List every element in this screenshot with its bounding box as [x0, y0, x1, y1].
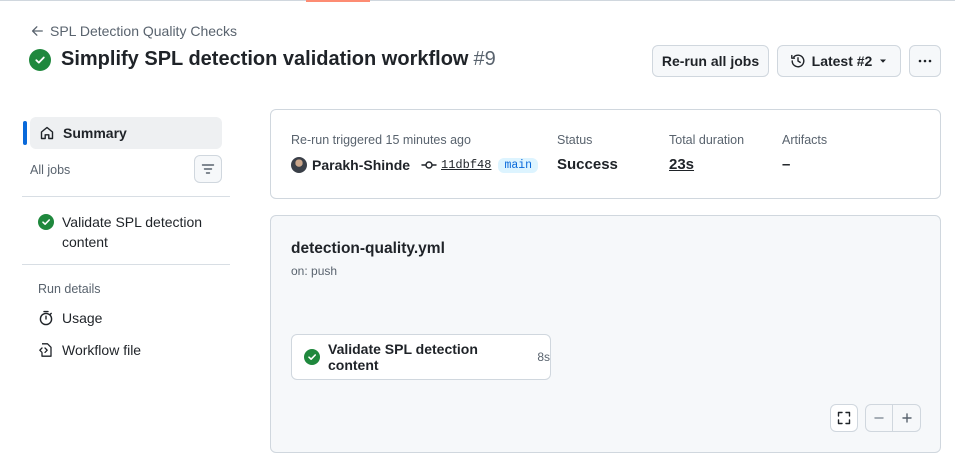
sidebar-item-workflow-file-label: Workflow file — [62, 342, 142, 358]
zoom-in-button[interactable] — [893, 405, 920, 431]
git-commit-icon — [421, 161, 437, 169]
success-check-icon — [29, 48, 51, 71]
artifacts-value: – — [782, 156, 791, 173]
zoom-controls — [865, 404, 921, 432]
sidebar-divider — [22, 264, 230, 265]
success-check-icon — [38, 214, 54, 230]
run-details-heading: Run details — [38, 282, 101, 296]
branch-badge[interactable]: main — [498, 157, 539, 173]
commit-sha[interactable]: 11dbf48 — [441, 158, 491, 172]
title-row: Simplify SPL detection validation workfl… — [29, 48, 496, 71]
sidebar-job-label: Validate SPL detection content — [62, 214, 203, 250]
rerun-all-jobs-button[interactable]: Re-run all jobs — [652, 45, 769, 77]
attempt-selector-label: Latest #2 — [811, 53, 873, 69]
filter-jobs-button[interactable] — [194, 155, 222, 183]
rerun-all-jobs-label: Re-run all jobs — [661, 53, 760, 69]
run-actor: Parakh-Shinde 11dbf48 main — [291, 157, 539, 173]
file-code-icon — [39, 343, 52, 357]
sidebar-item-usage-label: Usage — [62, 310, 103, 326]
stopwatch-icon — [39, 310, 53, 326]
run-number: #9 — [473, 48, 496, 70]
workflow-file-name: detection-quality.yml — [291, 240, 445, 257]
caret-down-icon — [880, 59, 887, 63]
all-jobs-heading: All jobs — [30, 163, 71, 177]
success-check-icon — [304, 349, 320, 365]
sidebar-item-usage[interactable]: Usage — [38, 310, 102, 326]
sidebar-item-summary[interactable]: Summary — [30, 117, 222, 149]
commit-link[interactable]: 11dbf48 — [421, 158, 491, 172]
zoom-out-button[interactable] — [866, 405, 893, 431]
workflow-graph-card: detection-quality.yml on: push Validate … — [270, 215, 941, 453]
avatar[interactable] — [291, 157, 307, 173]
kebab-horizontal-icon — [918, 59, 932, 63]
workflow-trigger: on: push — [291, 264, 338, 278]
sidebar-item-workflow-file[interactable]: Workflow file — [38, 342, 141, 358]
workflow-job-name: Validate SPL detection content — [328, 341, 478, 373]
total-duration-label: Total duration — [669, 133, 745, 147]
total-duration-value[interactable]: 23s — [669, 156, 694, 173]
artifacts-label: Artifacts — [782, 133, 828, 147]
attempt-selector-button[interactable]: Latest #2 — [777, 45, 901, 77]
back-link[interactable]: SPL Detection Quality Checks — [30, 23, 237, 39]
sidebar-divider — [22, 196, 230, 197]
top-border — [0, 0, 955, 1]
sidebar-active-indicator — [23, 121, 27, 145]
status-value: Success — [557, 156, 618, 173]
sidebar-job-item[interactable]: Validate SPL detection content — [38, 212, 208, 252]
fullscreen-button[interactable] — [830, 404, 858, 432]
arrow-left-icon — [31, 26, 43, 36]
filter-icon — [201, 164, 215, 174]
plus-icon — [901, 413, 912, 423]
minus-icon — [874, 417, 884, 419]
history-icon — [790, 54, 805, 68]
workflow-job-duration: 8s — [537, 350, 550, 364]
run-summary-card: Re-run triggered 15 minutes ago Parakh-S… — [270, 109, 941, 199]
home-icon — [40, 126, 54, 140]
back-link-label: SPL Detection Quality Checks — [50, 23, 238, 39]
screen-full-icon — [837, 411, 851, 425]
trigger-label: Re-run triggered 15 minutes ago — [291, 133, 471, 147]
actor-name[interactable]: Parakh-Shinde — [312, 157, 410, 173]
more-options-button[interactable] — [909, 45, 941, 77]
sidebar-item-summary-label: Summary — [63, 125, 127, 141]
workflow-job-node[interactable]: Validate SPL detection content 8s — [291, 334, 551, 380]
status-label: Status — [557, 133, 593, 147]
page-title: Simplify SPL detection validation workfl… — [61, 48, 469, 70]
active-tab-indicator — [306, 0, 370, 2]
